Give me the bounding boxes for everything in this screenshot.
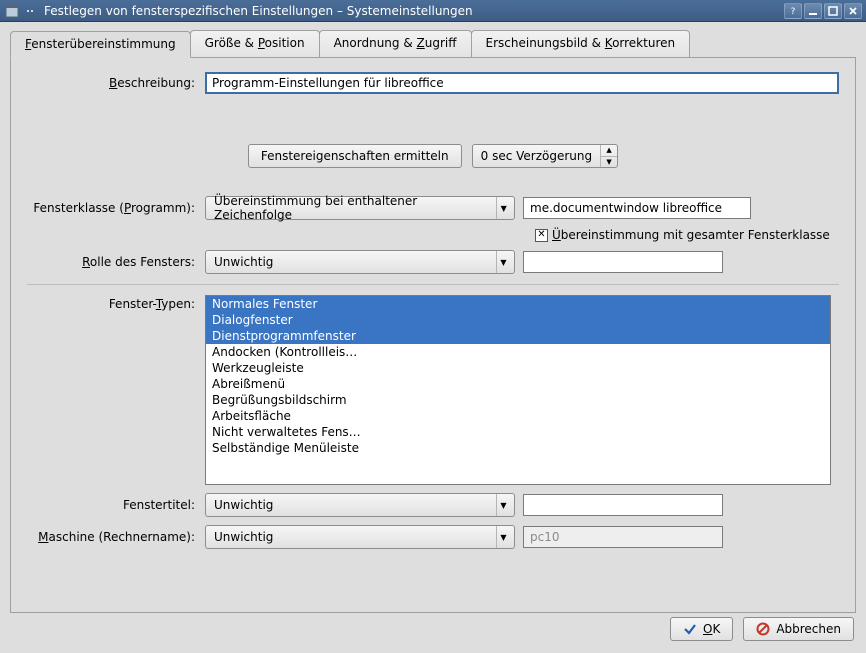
window-title-label: Fenstertitel: xyxy=(27,498,205,512)
window-title-input[interactable] xyxy=(523,494,723,516)
detect-properties-button[interactable]: Fenstereigenschaften ermitteln xyxy=(248,144,462,168)
window-type-item[interactable]: Andocken (Kontrollleis… xyxy=(206,344,830,360)
chevron-down-icon: ▼ xyxy=(496,197,510,219)
ok-icon xyxy=(683,622,697,636)
app-icon xyxy=(4,3,20,19)
window-role-input[interactable] xyxy=(523,251,723,273)
ok-button[interactable]: OK xyxy=(670,617,733,641)
window-class-label: Fensterklasse (Programm): xyxy=(27,201,205,215)
window-types-label: Fenster-Typen: xyxy=(27,295,205,311)
dropdown-icon[interactable] xyxy=(22,3,38,19)
window-types-listbox[interactable]: Normales FensterDialogfensterDienstprogr… xyxy=(205,295,831,485)
tab-appearance-fixes[interactable]: Erscheinungsbild & Korrekturen xyxy=(471,30,691,57)
window-role-combo-value: Unwichtig xyxy=(214,255,273,269)
window-type-item[interactable]: Dienstprogrammfenster xyxy=(206,328,830,344)
delay-spinbox[interactable]: 0 sec Verzögerung ▲ ▼ xyxy=(472,144,619,168)
tab-size-position[interactable]: Größe & Position xyxy=(190,30,320,57)
checkbox-icon: ✕ xyxy=(535,229,548,242)
delay-up[interactable]: ▲ xyxy=(601,145,617,157)
window-type-item[interactable]: Arbeitsfläche xyxy=(206,408,830,424)
whole-class-checkbox[interactable]: ✕ Übereinstimmung mit gesamter Fensterkl… xyxy=(533,228,830,242)
cancel-icon xyxy=(756,622,770,636)
machine-input xyxy=(523,526,723,548)
chevron-down-icon: ▼ xyxy=(496,494,510,516)
window-class-match-value: Übereinstimmung bei enthaltener Zeichenf… xyxy=(214,194,490,222)
window-class-input[interactable] xyxy=(523,197,751,219)
svg-text:?: ? xyxy=(791,7,796,16)
machine-combo-value: Unwichtig xyxy=(214,530,273,544)
tab-page-window-matching: Beschreibung: Fenstereigenschaften ermit… xyxy=(10,58,856,613)
window-type-item[interactable]: Abreißmenü xyxy=(206,376,830,392)
machine-combo[interactable]: Unwichtig ▼ xyxy=(205,525,515,549)
help-button[interactable]: ? xyxy=(784,3,802,19)
maximize-button[interactable] xyxy=(824,3,842,19)
machine-label: Maschine (Rechnername): xyxy=(27,530,205,544)
window-title: Festlegen von fensterspezifischen Einste… xyxy=(44,4,473,18)
chevron-down-icon: ▼ xyxy=(496,251,510,273)
tab-bar: Fensterübereinstimmung Größe & Position … xyxy=(10,30,856,58)
window-type-item[interactable]: Normales Fenster xyxy=(206,296,830,312)
delay-value: 0 sec Verzögerung xyxy=(473,145,602,167)
separator xyxy=(27,284,839,285)
chevron-down-icon: ▼ xyxy=(496,526,510,548)
window-type-item[interactable]: Dialogfenster xyxy=(206,312,830,328)
window-title-combo[interactable]: Unwichtig ▼ xyxy=(205,493,515,517)
close-button[interactable] xyxy=(844,3,862,19)
window-role-combo[interactable]: Unwichtig ▼ xyxy=(205,250,515,274)
tab-window-matching[interactable]: Fensterübereinstimmung xyxy=(10,31,191,58)
window-type-item[interactable]: Begrüßungsbildschirm xyxy=(206,392,830,408)
window-type-item[interactable]: Werkzeugleiste xyxy=(206,360,830,376)
window-role-label: Rolle des Fensters: xyxy=(27,255,205,269)
window-class-match-combo[interactable]: Übereinstimmung bei enthaltener Zeichenf… xyxy=(205,196,515,220)
window-title-combo-value: Unwichtig xyxy=(214,498,273,512)
description-label: Beschreibung: xyxy=(27,76,205,90)
titlebar: Festlegen von fensterspezifischen Einste… xyxy=(0,0,866,22)
cancel-button[interactable]: Abbrechen xyxy=(743,617,854,641)
description-input[interactable] xyxy=(205,72,839,94)
tab-arrangement-access[interactable]: Anordnung & Zugriff xyxy=(319,30,472,57)
dialog-button-bar: OK Abbrechen xyxy=(670,617,854,641)
delay-down[interactable]: ▼ xyxy=(601,157,617,168)
minimize-button[interactable] xyxy=(804,3,822,19)
window-type-item[interactable]: Selbständige Menüleiste xyxy=(206,440,830,456)
window-type-item[interactable]: Nicht verwaltetes Fens… xyxy=(206,424,830,440)
